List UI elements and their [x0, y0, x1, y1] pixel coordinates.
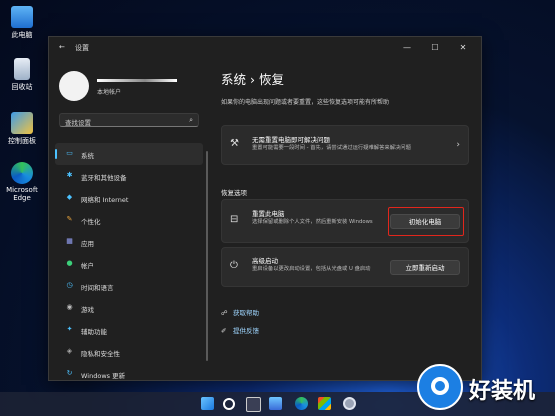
- search-icon: ⌕: [189, 116, 193, 124]
- start-icon[interactable]: [201, 397, 214, 410]
- bluetooth-icon: ✱: [66, 171, 73, 179]
- back-arrow-icon[interactable]: ←: [59, 43, 65, 51]
- avatar: [59, 71, 89, 101]
- sidebar-item-label: 系统: [81, 152, 94, 160]
- haozhuangji-logo-icon: [417, 364, 463, 410]
- sidebar-item-personalization[interactable]: ✎ 个性化: [55, 209, 203, 231]
- advanced-startup-title: 高级启动: [252, 257, 278, 265]
- reset-pc-icon: ⊟: [230, 214, 239, 225]
- advanced-startup-description: 重启设备以更改启动设置，包括从光盘或 U 盘启动: [252, 266, 371, 272]
- gaming-icon: ◉: [66, 303, 73, 311]
- reset-pc-title: 重置此电脑: [252, 210, 285, 218]
- edge-taskbar-icon[interactable]: [295, 397, 308, 410]
- give-feedback-label: 提供反馈: [233, 327, 259, 335]
- get-help-link[interactable]: ☍ 获取帮助: [221, 307, 259, 317]
- computer-icon: [11, 6, 33, 28]
- store-icon[interactable]: [318, 397, 331, 410]
- settings-window: ← 设置 — ☐ ✕ 本地帐户 查找设置 ⌕ ▭ 系统 ✱ 蓝牙和其他设备 ◆ …: [48, 36, 482, 381]
- sidebar-item-label: 时间和语言: [81, 284, 114, 292]
- sidebar-item-label: Windows 更新: [81, 372, 126, 380]
- sidebar-nav: ▭ 系统 ✱ 蓝牙和其他设备 ◆ 网络和 Internet ✎ 个性化 ▦ 应用…: [55, 143, 203, 385]
- search-placeholder: 查找设置: [65, 119, 91, 127]
- settings-taskbar-icon[interactable]: [343, 397, 356, 410]
- sidebar-item-accounts[interactable]: ● 帐户: [55, 253, 203, 275]
- widgets-icon[interactable]: [269, 397, 282, 410]
- sidebar-item-network[interactable]: ◆ 网络和 Internet: [55, 187, 203, 209]
- sidebar-item-apps[interactable]: ▦ 应用: [55, 231, 203, 253]
- sidebar-item-label: 辅助功能: [81, 328, 107, 336]
- system-icon: ▭: [66, 149, 73, 157]
- wrench-icon: ⚒: [230, 138, 239, 149]
- sidebar-item-gaming[interactable]: ◉ 游戏: [55, 297, 203, 319]
- desktop-icon-label: 回收站: [11, 83, 33, 91]
- sidebar-item-privacy[interactable]: ◈ 隐私和安全性: [55, 341, 203, 363]
- desktop-icon-label: 此电脑: [11, 31, 33, 39]
- desktop-icon-this-pc[interactable]: 此电脑: [0, 6, 44, 40]
- personalization-icon: ✎: [66, 215, 73, 223]
- chevron-right-icon: ›: [456, 140, 460, 150]
- search-input[interactable]: 查找设置 ⌕: [59, 113, 199, 127]
- advanced-startup-icon: ⏻: [230, 260, 238, 271]
- windows-update-icon: ↻: [66, 369, 73, 377]
- troubleshoot-description: 重置可能需要一段时间 - 首先，请尝试通过运行疑难解答来解决问题: [252, 145, 411, 151]
- red-highlight-box: [388, 207, 464, 236]
- sidebar-item-label: 应用: [81, 240, 94, 248]
- main-content: 系统 › 恢复 如果你的电脑出现问题或者要重置，这些恢复选项可能有所帮助 ⚒ 无…: [221, 37, 469, 380]
- feedback-icon: ✐: [221, 327, 227, 335]
- troubleshoot-title: 无需重置电脑即可解决问题: [252, 136, 330, 144]
- help-icon: ☍: [221, 309, 228, 317]
- section-title: 恢复选项: [221, 189, 247, 197]
- sidebar-item-label: 隐私和安全性: [81, 350, 120, 358]
- brand-watermark: 好装机: [417, 364, 553, 410]
- sidebar-item-accessibility[interactable]: ✦ 辅助功能: [55, 319, 203, 341]
- get-help-label: 获取帮助: [233, 309, 259, 317]
- page-description: 如果你的电脑出现问题或者要重置，这些恢复选项可能有所帮助: [221, 99, 390, 106]
- sidebar-item-label: 游戏: [81, 306, 94, 314]
- edge-icon: [11, 162, 33, 184]
- sidebar-item-bluetooth[interactable]: ✱ 蓝牙和其他设备: [55, 165, 203, 187]
- privacy-icon: ◈: [66, 347, 73, 355]
- sidebar-item-windows-update[interactable]: ↻ Windows 更新: [55, 363, 203, 385]
- sidebar-scrollbar[interactable]: [206, 151, 208, 361]
- sidebar-item-label: 个性化: [81, 218, 101, 226]
- give-feedback-link[interactable]: ✐ 提供反馈: [221, 325, 259, 335]
- search-taskbar-icon[interactable]: [223, 398, 235, 410]
- user-name-redacted: [97, 79, 177, 82]
- accessibility-icon: ✦: [66, 325, 73, 333]
- desktop-icon-edge[interactable]: Microsoft Edge: [0, 162, 44, 202]
- time-language-icon: ◷: [66, 281, 73, 289]
- control-panel-icon: [11, 112, 33, 134]
- desktop-icon-label: Microsoft Edge: [6, 186, 38, 202]
- desktop-icon-label: 控制面板: [8, 137, 36, 145]
- breadcrumb: 系统 › 恢复: [221, 72, 284, 87]
- desktop-icon-control-panel[interactable]: 控制面板: [0, 112, 44, 146]
- brand-text: 好装机: [469, 379, 536, 404]
- desktop-icon-recycle-bin[interactable]: 回收站: [0, 58, 44, 92]
- recycle-bin-icon: [14, 58, 30, 80]
- reset-pc-card: ⊟ 重置此电脑 选择保留或删除个人文件，然后重新安装 Windows 初始化电脑: [221, 199, 469, 243]
- account-type: 本地帐户: [97, 89, 122, 96]
- sidebar-item-system[interactable]: ▭ 系统: [55, 143, 203, 165]
- sidebar-item-time-language[interactable]: ◷ 时间和语言: [55, 275, 203, 297]
- troubleshoot-card[interactable]: ⚒ 无需重置电脑即可解决问题 重置可能需要一段时间 - 首先，请尝试通过运行疑难…: [221, 125, 469, 165]
- task-view-icon[interactable]: [246, 397, 261, 412]
- window-title: 设置: [75, 44, 89, 52]
- accounts-icon: ●: [66, 259, 73, 267]
- network-icon: ◆: [66, 193, 73, 201]
- sidebar-item-label: 蓝牙和其他设备: [81, 174, 127, 182]
- reset-pc-description: 选择保留或删除个人文件，然后重新安装 Windows: [252, 219, 373, 225]
- advanced-startup-card: ⏻ 高级启动 重启设备以更改启动设置，包括从光盘或 U 盘启动 立即重新启动: [221, 247, 469, 287]
- sidebar-item-label: 网络和 Internet: [81, 196, 129, 204]
- sidebar-item-label: 帐户: [81, 262, 94, 270]
- apps-icon: ▦: [66, 237, 73, 245]
- restart-now-button[interactable]: 立即重新启动: [390, 260, 460, 275]
